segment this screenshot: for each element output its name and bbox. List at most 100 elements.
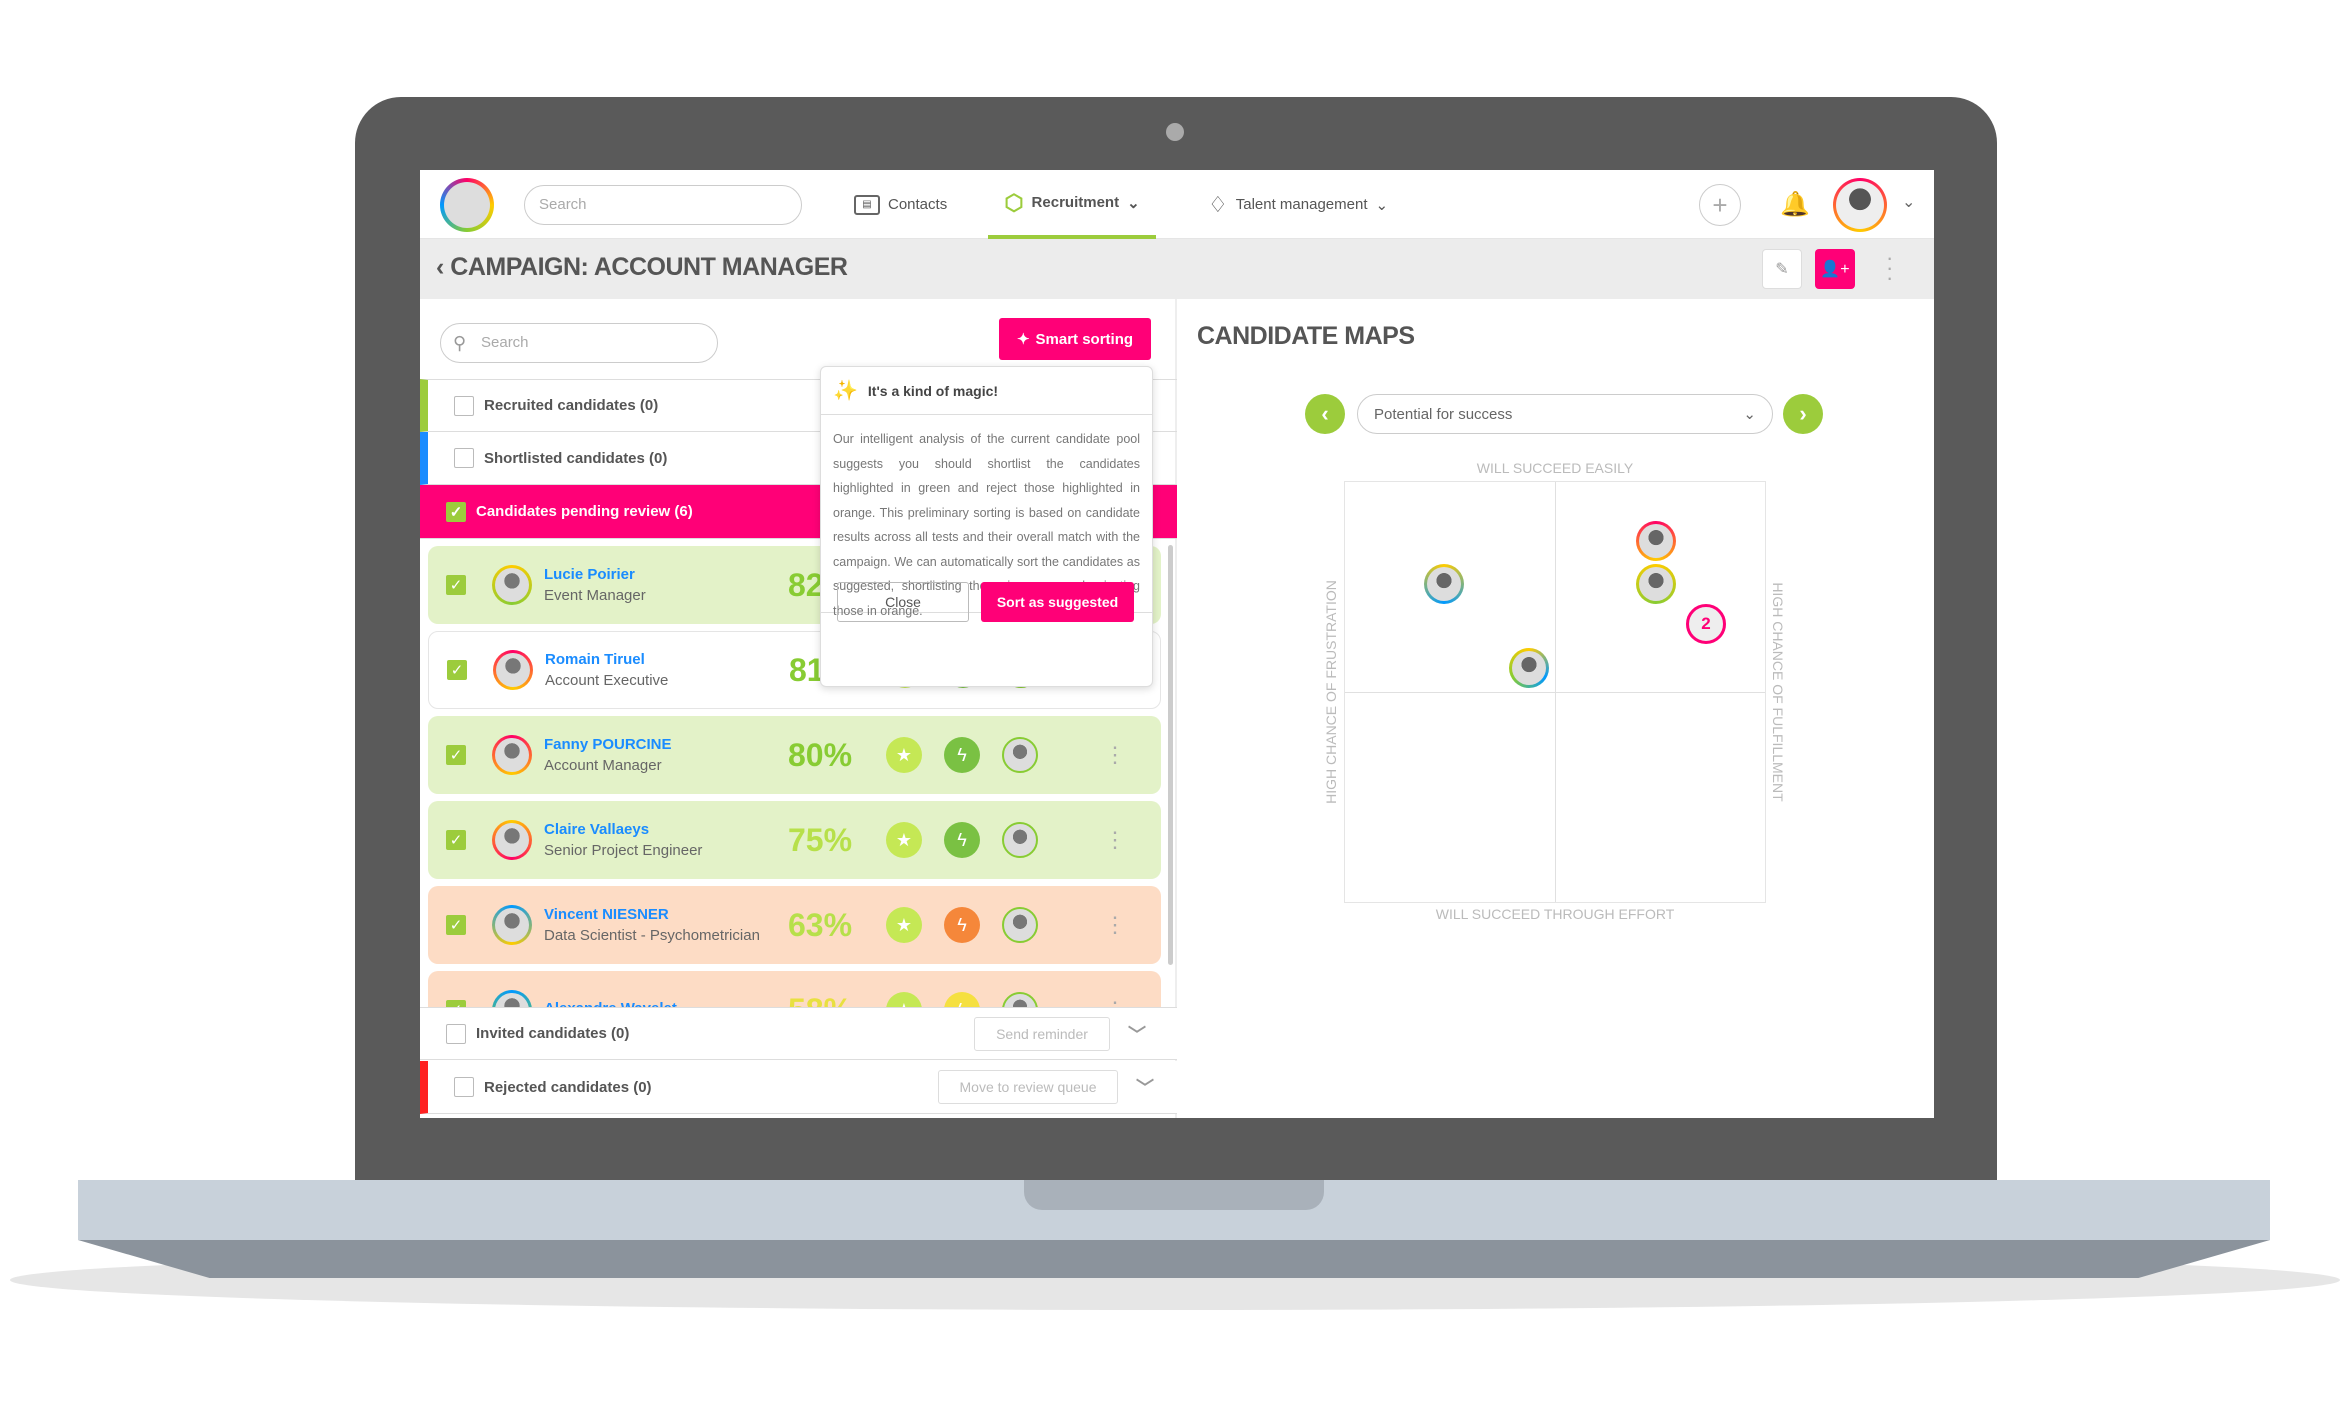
map-marker-lucie[interactable]	[1636, 564, 1676, 604]
add-icon[interactable]: +	[1699, 184, 1741, 226]
user-avatar[interactable]	[1833, 178, 1887, 232]
chevron-left-icon: ‹	[1321, 401, 1329, 426]
prev-map-button[interactable]: ‹	[1305, 394, 1345, 434]
send-reminder-button[interactable]: Send reminder	[974, 1016, 1110, 1051]
chevron-down-icon[interactable]: ﹀	[1136, 1074, 1154, 1100]
horizontal-divider	[1345, 692, 1765, 693]
star-icon: ★	[886, 737, 922, 773]
candidate-name[interactable]: Claire Vallaeys	[544, 821, 702, 838]
smart-sorting-button[interactable]: ✦ Smart sorting	[999, 318, 1151, 360]
map-marker-vincent[interactable]	[1424, 564, 1464, 604]
more-options-icon[interactable]: ⋮	[1104, 914, 1126, 936]
group-label: Candidates pending review (6)	[476, 503, 693, 520]
more-options-icon[interactable]: ⋮	[1104, 744, 1126, 766]
group-invited[interactable]: Invited candidates (0) Send reminder ﹀	[420, 1007, 1177, 1060]
lightning-icon: ϟ	[944, 822, 980, 858]
avatar	[492, 735, 532, 775]
star-icon: ★	[886, 822, 922, 858]
candidate-maps-title: CANDIDATE MAPS	[1197, 322, 1415, 350]
checkbox[interactable]	[446, 1023, 466, 1044]
candidate-role: Account Executive	[545, 672, 669, 689]
map-marker-alexandre[interactable]	[1509, 648, 1549, 688]
search-icon: ⚲	[453, 333, 467, 353]
candidate-role: Event Manager	[544, 587, 646, 604]
map-cluster-marker[interactable]: 2	[1686, 604, 1726, 644]
match-score: 63%	[788, 906, 853, 943]
assessor-avatar	[1002, 822, 1038, 858]
chevron-down-icon[interactable]: ⌄	[1902, 192, 1915, 212]
scrollbar[interactable]	[1168, 545, 1173, 965]
move-to-review-button[interactable]: Move to review queue	[938, 1070, 1118, 1104]
candidate-name[interactable]: Romain Tiruel	[545, 651, 668, 668]
checkbox[interactable]	[454, 448, 474, 468]
lightning-icon: ϟ	[944, 907, 980, 943]
user-plus-icon: 👤+	[1820, 261, 1850, 278]
nav-contacts[interactable]: ▤ Contacts	[854, 170, 947, 239]
laptop-notch	[1024, 1180, 1324, 1210]
placeholder: Search	[481, 334, 529, 351]
next-map-button[interactable]: ›	[1783, 394, 1823, 434]
chevron-down-icon: ⌄	[1127, 194, 1140, 212]
label: Smart sorting	[1035, 330, 1134, 348]
back-chevron-icon[interactable]: ‹	[436, 253, 450, 281]
more-options-icon[interactable]: ⋮	[1104, 829, 1126, 851]
candidate-role: Data Scientist - Psychometrician	[544, 927, 760, 944]
checkbox-checked[interactable]: ✓	[447, 660, 467, 680]
candidate-search-input[interactable]: ⚲ Search	[440, 323, 718, 363]
avatar	[493, 650, 533, 690]
map-type-select[interactable]: Potential for success ⌄	[1357, 394, 1773, 434]
nav-recruitment[interactable]: ⬡ Recruitment ⌄	[988, 170, 1156, 239]
popup-header: ✨ It's a kind of magic!	[821, 367, 1152, 415]
candidate-row[interactable]: ✓ Vincent NIESNER Data Scientist - Psycho…	[428, 886, 1161, 964]
candidate-name[interactable]: Vincent NIESNER	[544, 906, 760, 923]
nav-search-input[interactable]: Search	[524, 185, 802, 225]
avatar	[492, 820, 532, 860]
axis-label-right: HIGH CHANCE OF FULFILLMENT	[1770, 582, 1786, 802]
handshake-icon: ⬡	[1004, 189, 1024, 215]
match-score: 80%	[788, 736, 853, 773]
nav-talent-management[interactable]: ♢ Talent management ⌄	[1208, 170, 1388, 239]
checkbox-checked[interactable]: ✓	[446, 745, 466, 765]
bell-icon[interactable]: 🔔	[1780, 188, 1810, 220]
sort-as-suggested-button[interactable]: Sort as suggested	[981, 582, 1134, 622]
more-options-icon[interactable]: · · ·	[1886, 247, 1893, 289]
checkbox[interactable]	[454, 395, 474, 416]
close-button[interactable]: Close	[837, 582, 969, 622]
checkbox[interactable]	[454, 1077, 474, 1097]
group-label: Rejected candidates (0)	[484, 1078, 652, 1096]
group-rejected[interactable]: Rejected candidates (0) Move to review q…	[420, 1061, 1177, 1114]
star-icon: ★	[886, 907, 922, 943]
candidate-name[interactable]: Fanny POURCINE	[544, 736, 672, 753]
axis-label-bottom: WILL SUCCEED THROUGH EFFORT	[1435, 906, 1675, 922]
chevron-down-icon: ⌄	[1375, 196, 1389, 214]
checkbox-checked[interactable]: ✓	[446, 575, 466, 595]
nav-label: Contacts	[888, 196, 948, 213]
checkbox-checked[interactable]: ✓	[446, 501, 466, 522]
candidate-list-panel: ⚲ Search ✦ Smart sorting Recruited candida…	[420, 299, 1177, 1118]
checkbox-checked[interactable]: ✓	[446, 915, 466, 935]
top-nav: Search ▤ Contacts ⬡ Recruitment ⌄ ♢ Talent m…	[420, 170, 1934, 239]
assessor-avatar	[1002, 737, 1038, 773]
candidate-quadrant-map	[1344, 481, 1766, 903]
edit-button[interactable]: ✎	[1762, 249, 1802, 289]
candidate-row[interactable]: ✓ Fanny POURCINE Account Manager 80% ★ ϟ …	[428, 716, 1161, 794]
pencil-icon: ✎	[1775, 261, 1789, 278]
lightning-icon: ϟ	[944, 737, 980, 773]
contact-card-icon: ▤	[854, 194, 880, 215]
group-label: Recruited candidates (0)	[484, 397, 659, 414]
candidate-name[interactable]: Lucie Poirier	[544, 566, 646, 583]
chevron-right-icon: ›	[1799, 401, 1807, 426]
avatar	[492, 565, 532, 605]
diamond-icon: ♢	[1208, 191, 1228, 217]
group-label: Invited candidates (0)	[476, 1025, 630, 1042]
candidate-row[interactable]: ✓ Claire Vallaeys Senior Project Engineer…	[428, 801, 1161, 879]
checkbox-checked[interactable]: ✓	[446, 830, 466, 850]
nav-label: Talent management	[1235, 196, 1368, 213]
nav-label: Recruitment	[1031, 194, 1120, 211]
app-screen: Search ▤ Contacts ⬡ Recruitment ⌄ ♢ Talent m…	[420, 170, 1934, 1118]
add-candidate-button[interactable]: 👤+	[1815, 249, 1855, 289]
axis-label-top: WILL SUCCEED EASILY	[1476, 460, 1634, 476]
app-logo[interactable]	[440, 178, 494, 232]
chevron-down-icon[interactable]: ﹀	[1128, 1021, 1146, 1047]
map-marker-romain[interactable]	[1636, 521, 1676, 561]
